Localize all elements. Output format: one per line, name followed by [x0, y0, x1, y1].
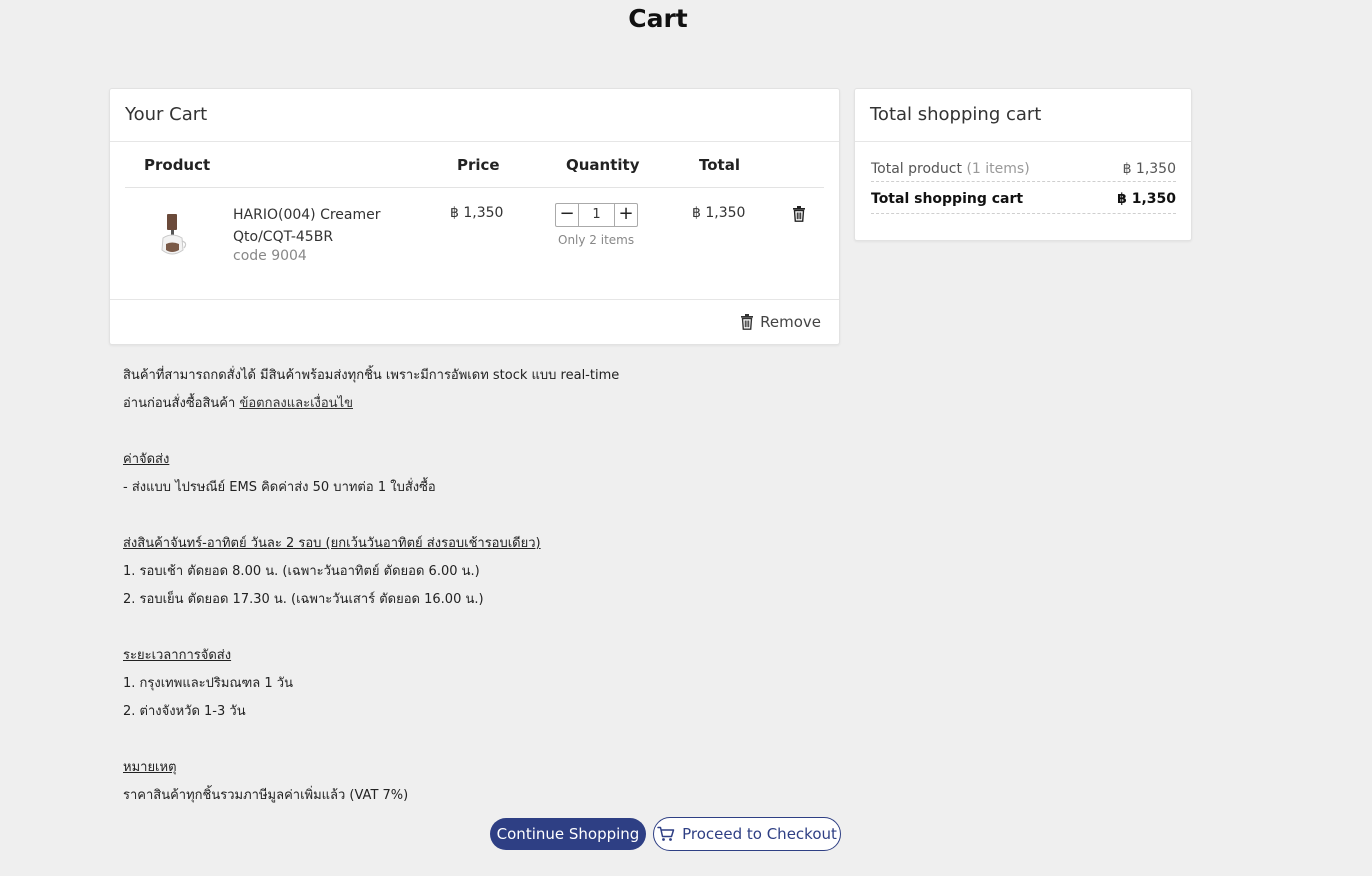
column-quantity: Quantity [566, 156, 640, 174]
product-name[interactable]: HARIO(004) Creamer Qto/CQT-45BR [233, 204, 423, 248]
delivery-line-1: 1. รอบเช้า ตัดยอด 8.00 น. (เฉพาะวันอาทิต… [123, 564, 480, 579]
info-line-stock: สินค้าที่สามารถกดสั่งได้ มีสินค้าพร้อมส่… [123, 368, 620, 383]
shipping-title: ค่าจัดส่ง [123, 452, 170, 467]
cart-table-header: Product Price Quantity Total [125, 142, 824, 188]
item-price: ฿ 1,350 [450, 205, 504, 221]
product-image[interactable] [158, 214, 188, 258]
duration-line-2: 2. ต่างจังหวัด 1-3 วัน [123, 704, 246, 719]
cart-item-row: HARIO(004) Creamer Qto/CQT-45BR code 900… [125, 188, 824, 298]
summary-product-label: Total product [871, 161, 962, 177]
trash-icon[interactable] [792, 206, 806, 222]
remove-label: Remove [760, 313, 821, 331]
duration-line-1: 1. กรุงเทพและปริมณฑล 1 วัน [123, 676, 293, 691]
remove-button[interactable]: Remove [740, 313, 821, 331]
quantity-decrease-button[interactable]: − [556, 204, 579, 226]
item-total: ฿ 1,350 [692, 205, 746, 221]
summary-total-value: ฿ 1,350 [1117, 191, 1176, 207]
quantity-input[interactable]: 1 [579, 204, 614, 226]
summary-total-row: Total shopping cart ฿ 1,350 [871, 189, 1176, 214]
summary-header: Total shopping cart [855, 89, 1191, 142]
terms-link[interactable]: ข้อตกลงและเงื่อนไข [239, 396, 353, 411]
cart-icon [657, 826, 675, 841]
terms-prefix: อ่านก่อนสั่งซื้อสินค้า [123, 396, 236, 411]
summary-product-value: ฿ 1,350 [1122, 161, 1176, 177]
proceed-to-checkout-button[interactable]: Proceed to Checkout [653, 817, 841, 851]
note-title: หมายเหตุ [123, 760, 177, 775]
cart-footer: Remove [110, 299, 839, 344]
delivery-line-2: 2. รอบเย็น ตัดยอด 17.30 น. (เฉพาะวันเสาร… [123, 592, 484, 607]
stock-note: Only 2 items [558, 233, 635, 247]
continue-shopping-button[interactable]: Continue Shopping [490, 818, 646, 850]
product-code: code 9004 [233, 248, 307, 264]
summary-product-count: (1 items) [966, 161, 1030, 177]
page-title: Cart [628, 4, 688, 33]
checkout-label: Proceed to Checkout [682, 825, 837, 843]
cart-header: Your Cart [110, 89, 839, 142]
duration-title: ระยะเวลาการจัดส่ง [123, 648, 232, 663]
quantity-increase-button[interactable]: + [614, 204, 637, 226]
info-line-terms: อ่านก่อนสั่งซื้อสินค้า ข้อตกลงและเงื่อนไ… [123, 390, 743, 418]
column-product: Product [144, 156, 211, 174]
shipping-line: - ส่งแบบ ไปรษณีย์ EMS คิดค่าส่ง 50 บาทต่… [123, 480, 436, 495]
summary-total-label: Total shopping cart [871, 191, 1024, 207]
quantity-stepper: − 1 + [555, 203, 638, 227]
shipping-info: สินค้าที่สามารถกดสั่งได้ มีสินค้าพร้อมส่… [123, 362, 743, 810]
cart-card: Your Cart Product Price Quantity Total H… [109, 88, 840, 345]
summary-product-row: Total product (1 items) ฿ 1,350 [871, 159, 1176, 182]
column-price: Price [457, 156, 500, 174]
summary-card: Total shopping cart Total product (1 ite… [854, 88, 1192, 241]
column-total: Total [699, 156, 740, 174]
cart-table: Product Price Quantity Total HARIO(004) … [125, 142, 824, 298]
delivery-title: ส่งสินค้าจันทร์-อาทิตย์ วันละ 2 รอบ (ยกเ… [123, 536, 541, 551]
action-buttons: Continue Shopping Proceed to Checkout [460, 794, 859, 869]
trash-icon [741, 314, 754, 330]
